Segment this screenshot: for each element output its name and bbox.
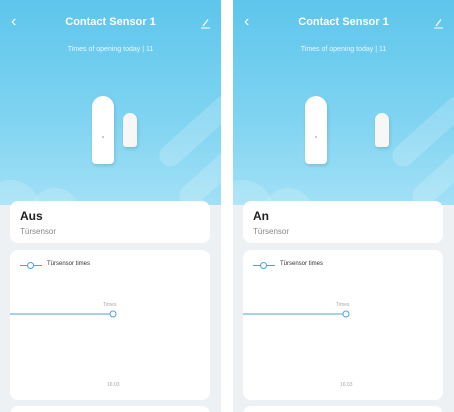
data-value-label: Times — [336, 302, 350, 308]
device-title: Contact Sensor 1 — [65, 16, 156, 28]
next-card — [243, 406, 443, 412]
phone-screen-closed: ‹ Contact Sensor 1 Times of opening toda… — [0, 0, 221, 412]
status-card: Aus Türsensor — [10, 201, 210, 243]
contact-sensor-main-icon — [92, 96, 114, 164]
top-bar: ‹ Contact Sensor 1 — [0, 12, 221, 34]
opening-count: Times of opening today | 11 — [300, 46, 387, 53]
device-type-label: Türsensor — [253, 227, 290, 236]
decor-stripe — [154, 91, 221, 171]
data-value-label: Times — [103, 302, 117, 308]
history-chart-card: Türsensor times Times 16:03 — [243, 250, 443, 400]
contact-sensor-main-icon — [305, 96, 327, 164]
top-bar: ‹ Contact Sensor 1 — [233, 12, 454, 34]
contact-sensor-magnet-icon — [123, 113, 137, 147]
status-label: An — [253, 209, 269, 223]
status-label: Aus — [20, 209, 43, 223]
history-chart-card: Türsensor times Times 16:03 — [10, 250, 210, 400]
history-chart — [10, 310, 117, 318]
data-point — [109, 310, 117, 318]
device-title: Contact Sensor 1 — [298, 16, 389, 28]
x-axis-label: 16:03 — [107, 382, 120, 388]
phone-screen-open: ‹ Contact Sensor 1 Times of opening toda… — [233, 0, 454, 412]
decor-stripe — [387, 91, 454, 171]
sensor-hero-panel: ‹ Contact Sensor 1 Times of opening toda… — [233, 0, 454, 205]
edit-icon[interactable] — [433, 16, 444, 34]
status-card: An Türsensor — [243, 201, 443, 243]
next-card — [10, 406, 210, 412]
screen-divider — [221, 0, 233, 412]
history-chart — [243, 310, 350, 318]
data-point — [342, 310, 350, 318]
contact-sensor-magnet-icon — [375, 113, 389, 147]
sensor-hero-panel: ‹ Contact Sensor 1 Times of opening toda… — [0, 0, 221, 205]
x-axis-label: 16:03 — [340, 382, 353, 388]
device-type-label: Türsensor — [20, 227, 57, 236]
edit-icon[interactable] — [200, 16, 211, 34]
opening-count: Times of opening today | 11 — [67, 46, 154, 53]
